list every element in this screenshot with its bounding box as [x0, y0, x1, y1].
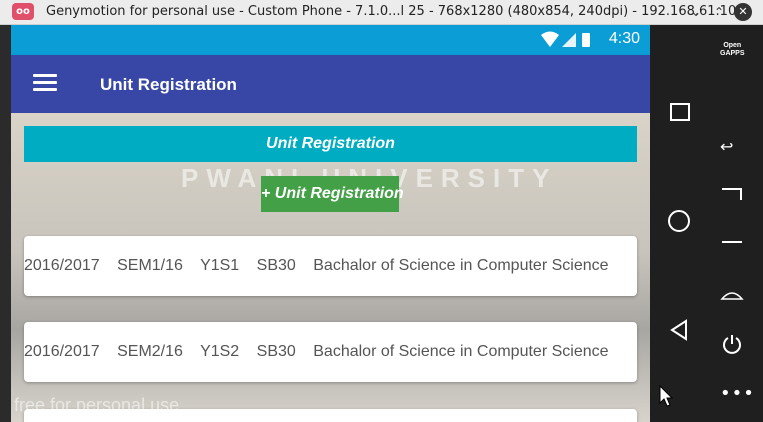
year: 2016/2017: [24, 343, 100, 360]
volume-down-icon[interactable]: [722, 241, 742, 251]
programme: Bachalor of Science in Computer Science: [313, 343, 609, 360]
year: 2016/2017: [24, 257, 100, 274]
phone-screen: 4:30 Unit Registration PWANI UNIVERSITY …: [11, 25, 650, 422]
main-content: PWANI UNIVERSITY Unit Registration + Uni…: [11, 113, 650, 422]
emulator-control-panel: Open GAPPS ↩ •••: [650, 25, 763, 422]
registration-row: 2016/2017 SEM2/16 Y1S2 SB30 Bachalor of …: [24, 343, 622, 361]
add-unit-registration-button[interactable]: + Unit Registration: [261, 176, 404, 212]
programme: Bachalor of Science in Computer Science: [313, 257, 609, 274]
more-options-icon[interactable]: •••: [720, 383, 755, 404]
back-arrow-icon[interactable]: ↩: [720, 137, 733, 156]
back-button[interactable]: [668, 319, 690, 341]
semester: SEM2/16: [117, 343, 183, 360]
watermark-note: free for personal use: [14, 395, 180, 415]
chevron-up-icon[interactable]: ⌃: [710, 3, 728, 21]
volume-up-icon[interactable]: [722, 188, 742, 200]
section-header: Unit Registration: [24, 126, 637, 162]
genymotion-logo-icon: oo: [12, 3, 34, 20]
signal-icon: [562, 33, 576, 47]
code: SB30: [256, 257, 296, 274]
registration-card[interactable]: 2016/2017 SEM2/16 Y1S2 SB30 Bachalor of …: [24, 322, 637, 382]
open-gapps-button[interactable]: Open GAPPS: [720, 42, 745, 58]
rotate-icon[interactable]: [720, 287, 744, 301]
app-title: Unit Registration: [100, 75, 237, 94]
app-bar: Unit Registration: [11, 55, 650, 113]
status-bar: 4:30: [11, 25, 650, 55]
window-title: Genymotion for personal use - Custom Pho…: [46, 4, 745, 19]
recent-apps-button[interactable]: [670, 103, 690, 121]
registration-card[interactable]: 2016/2017 SEM1/16 Y1S1 SB30 Bachalor of …: [24, 236, 637, 296]
chevron-down-icon[interactable]: ⌄: [687, 3, 705, 21]
window-title-bar: oo Genymotion for personal use - Custom …: [0, 0, 763, 25]
battery-icon: [582, 33, 590, 47]
close-window-button[interactable]: ✕: [734, 3, 752, 21]
semester: SEM1/16: [117, 257, 183, 274]
level: Y1S1: [200, 257, 240, 274]
power-icon[interactable]: [721, 333, 743, 355]
mouse-cursor-icon: [659, 385, 673, 407]
wifi-icon: [541, 31, 559, 47]
code: SB30: [256, 343, 296, 360]
status-icons: [540, 31, 592, 54]
registration-row: 2016/2017 SEM1/16 Y1S1 SB30 Bachalor of …: [24, 257, 622, 275]
status-time: 4:30: [608, 30, 640, 47]
level: Y1S2: [200, 343, 240, 360]
home-button[interactable]: [668, 210, 690, 232]
hamburger-menu-icon[interactable]: [33, 74, 57, 94]
